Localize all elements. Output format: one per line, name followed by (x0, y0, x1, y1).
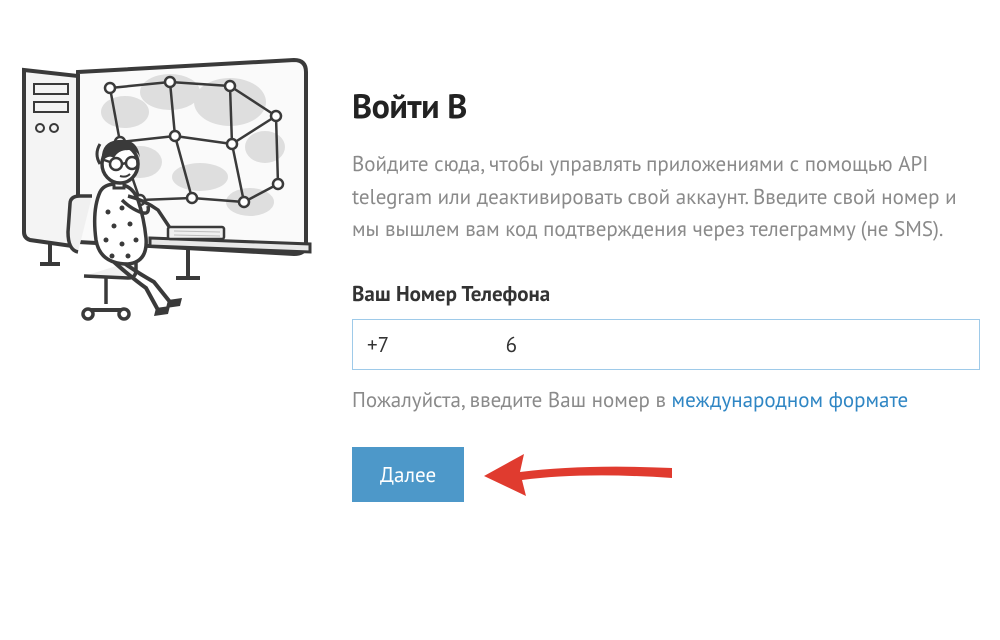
page-title: Войти В (352, 84, 980, 128)
illustration (10, 28, 320, 502)
next-button[interactable]: Далее (352, 447, 464, 502)
action-row: Далее (352, 446, 980, 502)
arrow-annotation-icon (484, 446, 674, 502)
intl-format-link[interactable]: международном формате (672, 386, 909, 413)
login-form: Войти В Войдите сюда, чтобы управлять пр… (352, 28, 980, 502)
phone-label: Ваш Номер Телефона (352, 280, 980, 307)
hint-prefix: Пожалуйста, введите Ваш номер в (352, 386, 672, 413)
phone-hint: Пожалуйста, введите Ваш номер в междунар… (352, 384, 980, 417)
phone-input[interactable] (352, 319, 980, 370)
telegram-illustration-icon (10, 32, 320, 332)
page-description: Войдите сюда, чтобы управлять приложения… (352, 148, 980, 246)
login-container: Войти В Войдите сюда, чтобы управлять пр… (0, 0, 1000, 522)
